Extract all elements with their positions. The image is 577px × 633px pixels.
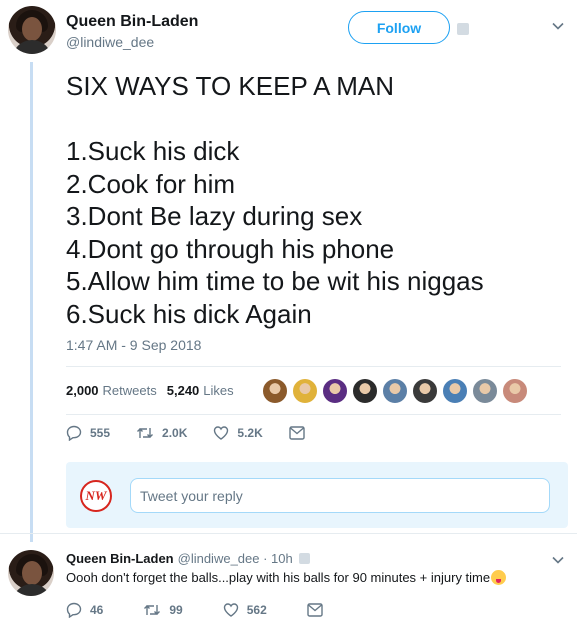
reply-reply-button[interactable]: 46 <box>66 602 103 618</box>
author-handle[interactable]: @lindiwe_dee <box>66 34 154 50</box>
retweet-button[interactable]: 2.0K <box>136 425 187 441</box>
reply-button[interactable]: 555 <box>66 425 110 441</box>
liker-avatar[interactable] <box>382 378 408 404</box>
heart-icon <box>223 603 238 617</box>
heart-icon <box>214 426 229 440</box>
follow-menu-icon[interactable] <box>457 23 469 35</box>
liker-avatar[interactable] <box>502 378 528 404</box>
reply-like-count: 562 <box>246 603 267 617</box>
retweet-icon <box>144 605 161 615</box>
tweet-line: 5.Allow him time to be wit his niggas <box>66 266 484 296</box>
tweet-line: 1.Suck his dick <box>66 136 240 166</box>
message-button[interactable] <box>289 426 313 440</box>
emoji-icon <box>491 570 507 585</box>
reply-like-button[interactable]: 562 <box>223 602 267 618</box>
tweet-header: Queen Bin-Laden @lindiwe_dee Follow <box>8 6 569 56</box>
liker-avatar[interactable] <box>352 378 378 404</box>
likes-label: Likes <box>203 382 234 398</box>
reply-text-content: Oooh don't forget the balls...play with … <box>66 570 491 585</box>
tweet-line: 3.Dont Be lazy during sex <box>66 201 363 231</box>
tweet-line: 2.Cook for him <box>66 168 236 199</box>
liker-avatar[interactable] <box>472 378 498 404</box>
reply-message-button[interactable] <box>307 603 331 617</box>
likes-count: 5,240 <box>166 382 200 398</box>
follow-button[interactable]: Follow <box>348 11 450 44</box>
reply-count: 555 <box>90 426 111 440</box>
tweet-body: SIX WAYS TO KEEP A MAN 1.Suck his dick 2.C… <box>66 70 484 330</box>
divider <box>66 414 561 415</box>
reply-meta[interactable]: @lindiwe_dee · 10h <box>178 551 293 566</box>
retweet-count: 2.0K <box>162 426 188 440</box>
tweet-line: 4.Dont go through his phone <box>66 233 395 264</box>
likes-stat[interactable]: 5,240 Likes <box>167 383 234 398</box>
reply-author-avatar[interactable] <box>8 550 54 596</box>
liker-avatar[interactable] <box>442 378 468 404</box>
like-count: 5.2K <box>237 426 263 440</box>
reply-tweet[interactable]: Queen Bin-Laden @lindiwe_dee · 10h Oooh … <box>8 544 569 633</box>
divider <box>66 366 561 367</box>
retweets-label: Retweets <box>102 382 157 398</box>
badge-icon <box>298 553 310 564</box>
author-name[interactable]: Queen Bin-Laden <box>66 13 198 31</box>
reply-icon <box>66 425 82 441</box>
tweet-actions: 555 2.0K 5.2K <box>66 425 339 441</box>
retweets-stat[interactable]: 2,000 Retweets <box>66 383 157 398</box>
liker-avatar[interactable] <box>292 378 318 404</box>
tweet-timestamp[interactable]: 1:47 AM - 9 Sep 2018 <box>66 337 201 353</box>
separator <box>0 533 577 534</box>
envelope-icon <box>307 603 323 617</box>
author-avatar[interactable] <box>8 6 56 54</box>
engagement-stats: 2,000 Retweets 5,240 Likes <box>66 376 244 404</box>
reply-header: Queen Bin-Laden @lindiwe_dee · 10h <box>66 551 310 566</box>
reply-retweet-button[interactable]: 99 <box>143 602 183 618</box>
chevron-down-icon[interactable] <box>552 554 564 566</box>
liker-avatars <box>262 378 532 404</box>
envelope-icon <box>289 426 305 440</box>
reply-author-name[interactable]: Queen Bin-Laden <box>66 551 174 566</box>
liker-avatar[interactable] <box>412 378 438 404</box>
liker-avatar[interactable] <box>322 378 348 404</box>
like-button[interactable]: 5.2K <box>213 425 263 441</box>
tweet-title: SIX WAYS TO KEEP A MAN <box>66 71 395 101</box>
reply-reply-count: 46 <box>90 603 104 617</box>
liker-avatar[interactable] <box>262 378 288 404</box>
chevron-down-icon[interactable] <box>552 20 564 32</box>
retweets-count: 2,000 <box>66 382 99 398</box>
tweet-line: 6.Suck his dick Again <box>66 298 312 329</box>
reply-actions: 46 99 562 <box>66 602 371 618</box>
reply-icon <box>66 602 82 618</box>
user-avatar[interactable]: NW <box>80 480 112 512</box>
reply-retweet-count: 99 <box>169 603 183 617</box>
thread-line <box>30 62 33 542</box>
retweet-icon <box>137 428 154 438</box>
reply-composer: NW Tweet your reply <box>66 462 568 528</box>
reply-input[interactable]: Tweet your reply <box>130 478 550 513</box>
reply-text: Oooh don't forget the balls...play with … <box>66 570 507 585</box>
